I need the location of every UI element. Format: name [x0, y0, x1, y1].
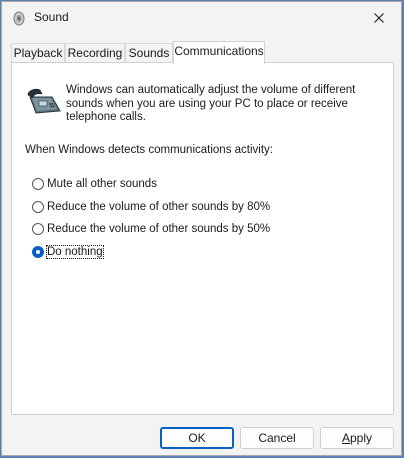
tab-sounds-label: Sounds — [128, 46, 170, 60]
apply-rest: pply — [350, 431, 373, 445]
tab-communications[interactable]: Communications — [173, 41, 265, 64]
option-reduce-80[interactable]: Reduce the volume of other sounds by 80% — [32, 199, 270, 215]
apply-mnemonic: A — [341, 431, 350, 445]
option-mute-all-label: Mute all other sounds — [47, 178, 157, 190]
tab-playback-label: Playback — [13, 46, 63, 60]
option-reduce-50[interactable]: Reduce the volume of other sounds by 50% — [32, 221, 270, 237]
close-button[interactable] — [357, 2, 401, 33]
tab-communications-label: Communications — [174, 44, 264, 58]
window-title: Sound — [34, 10, 69, 24]
ok-button-label: OK — [188, 431, 206, 445]
cancel-button[interactable]: Cancel — [240, 427, 314, 449]
apply-button-label: Apply — [342, 431, 372, 445]
close-icon — [374, 12, 384, 23]
apply-button[interactable]: Apply — [320, 427, 394, 449]
tab-recording[interactable]: Recording — [65, 43, 125, 62]
option-do-nothing[interactable]: Do nothing — [32, 244, 104, 260]
option-reduce-80-label: Reduce the volume of other sounds by 80% — [47, 201, 271, 213]
option-do-nothing-label: Do nothing — [46, 245, 104, 259]
tab-recording-label: Recording — [67, 46, 123, 60]
tab-playback[interactable]: Playback — [11, 43, 65, 62]
communications-description: Windows can automatically adjust the vol… — [66, 84, 356, 123]
speaker-icon — [13, 11, 25, 26]
option-reduce-50-label: Reduce the volume of other sounds by 50% — [47, 223, 271, 235]
tab-sounds[interactable]: Sounds — [125, 43, 173, 62]
telephone-icon — [27, 88, 61, 114]
option-mute-all[interactable]: Mute all other sounds — [32, 176, 157, 192]
ok-button[interactable]: OK — [160, 427, 234, 449]
communications-panel: Windows can automatically adjust the vol… — [11, 62, 394, 415]
sound-dialog: Sound Playback Recording Sounds Communic… — [1, 1, 402, 456]
title-bar[interactable]: Sound — [2, 2, 401, 34]
detection-prompt: When Windows detects communications acti… — [25, 144, 273, 156]
cancel-button-label: Cancel — [258, 431, 296, 445]
radio-reduce-50[interactable] — [32, 223, 44, 235]
radio-reduce-80[interactable] — [32, 201, 44, 213]
radio-mute-all[interactable] — [32, 178, 44, 190]
radio-do-nothing[interactable] — [32, 246, 44, 258]
